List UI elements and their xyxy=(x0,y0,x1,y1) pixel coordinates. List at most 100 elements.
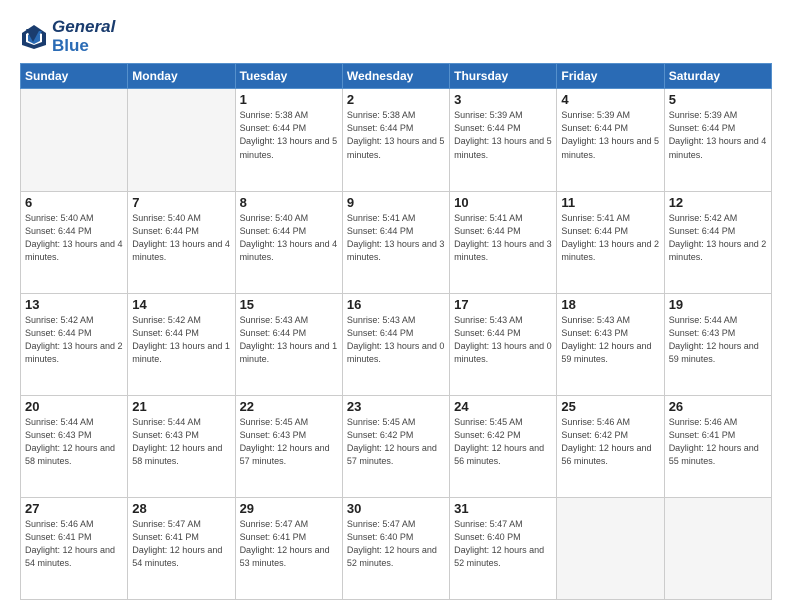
day-info: Sunrise: 5:41 AM Sunset: 6:44 PM Dayligh… xyxy=(347,212,445,264)
day-info: Sunrise: 5:46 AM Sunset: 6:41 PM Dayligh… xyxy=(25,518,123,570)
day-number: 16 xyxy=(347,297,445,312)
calendar-cell: 24 Sunrise: 5:45 AM Sunset: 6:42 PM Dayli… xyxy=(450,395,557,497)
weekday-header: Saturday xyxy=(664,64,771,89)
calendar-cell: 21Sunrise: 5:44 AM Sunset: 6:43 PM Dayli… xyxy=(128,395,235,497)
day-info: Sunrise: 5:47 AM Sunset: 6:40 PM Dayligh… xyxy=(347,518,445,570)
day-info: Sunrise: 5:47 AM Sunset: 6:41 PM Dayligh… xyxy=(240,518,338,570)
calendar-cell xyxy=(557,497,664,599)
day-number: 13 xyxy=(25,297,123,312)
day-info: Sunrise: 5:44 AM Sunset: 6:43 PM Dayligh… xyxy=(669,314,767,366)
day-number: 3 xyxy=(454,92,552,107)
calendar-cell: 27 Sunrise: 5:46 AM Sunset: 6:41 PM Dayli… xyxy=(21,497,128,599)
calendar-cell: 29 Sunrise: 5:47 AM Sunset: 6:41 PM Dayli… xyxy=(235,497,342,599)
day-info: Sunrise: 5:43 AM Sunset: 6:44 PM Dayligh… xyxy=(347,314,445,366)
day-number: 26 xyxy=(669,399,767,414)
day-number: 8 xyxy=(240,195,338,210)
calendar-cell: 25 Sunrise: 5:46 AM Sunset: 6:42 PM Dayli… xyxy=(557,395,664,497)
calendar-week-row: 27 Sunrise: 5:46 AM Sunset: 6:41 PM Dayli… xyxy=(21,497,772,599)
day-info: Sunrise: 5:43 AM Sunset: 6:44 PM Dayligh… xyxy=(240,314,338,366)
day-number: 1 xyxy=(240,92,338,107)
calendar-week-row: 6 Sunrise: 5:40 AM Sunset: 6:44 PM Daylig… xyxy=(21,191,772,293)
day-info: Sunrise: 5:39 AM Sunset: 6:44 PM Dayligh… xyxy=(454,109,552,161)
calendar-cell: 22 Sunrise: 5:45 AM Sunset: 6:43 PM Dayli… xyxy=(235,395,342,497)
day-info: Sunrise: 5:38 AM Sunset: 6:44 PM Dayligh… xyxy=(240,109,338,161)
calendar-cell: 8Sunrise: 5:40 AM Sunset: 6:44 PM Daylig… xyxy=(235,191,342,293)
day-number: 22 xyxy=(240,399,338,414)
day-info: Sunrise: 5:47 AM Sunset: 6:40 PM Dayligh… xyxy=(454,518,552,570)
calendar-cell: 10Sunrise: 5:41 AM Sunset: 6:44 PM Dayli… xyxy=(450,191,557,293)
calendar-cell: 31Sunrise: 5:47 AM Sunset: 6:40 PM Dayli… xyxy=(450,497,557,599)
calendar-cell: 15 Sunrise: 5:43 AM Sunset: 6:44 PM Dayli… xyxy=(235,293,342,395)
day-info: Sunrise: 5:43 AM Sunset: 6:43 PM Dayligh… xyxy=(561,314,659,366)
calendar-cell: 23 Sunrise: 5:45 AM Sunset: 6:42 PM Dayli… xyxy=(342,395,449,497)
day-number: 14 xyxy=(132,297,230,312)
calendar-cell: 14 Sunrise: 5:42 AM Sunset: 6:44 PM Dayli… xyxy=(128,293,235,395)
day-number: 5 xyxy=(669,92,767,107)
day-info: Sunrise: 5:47 AM Sunset: 6:41 PM Dayligh… xyxy=(132,518,230,570)
day-number: 15 xyxy=(240,297,338,312)
day-info: Sunrise: 5:42 AM Sunset: 6:44 PM Dayligh… xyxy=(132,314,230,366)
calendar-week-row: 20 Sunrise: 5:44 AM Sunset: 6:43 PM Dayli… xyxy=(21,395,772,497)
day-number: 29 xyxy=(240,501,338,516)
calendar-cell: 1 Sunrise: 5:38 AM Sunset: 6:44 PM Daylig… xyxy=(235,89,342,191)
day-number: 7 xyxy=(132,195,230,210)
page: General Blue SundayMondayTuesdayWednesda… xyxy=(0,0,792,612)
day-info: Sunrise: 5:42 AM Sunset: 6:44 PM Dayligh… xyxy=(25,314,123,366)
weekday-header: Sunday xyxy=(21,64,128,89)
day-number: 21 xyxy=(132,399,230,414)
calendar-table: SundayMondayTuesdayWednesdayThursdayFrid… xyxy=(20,63,772,600)
day-info: Sunrise: 5:39 AM Sunset: 6:44 PM Dayligh… xyxy=(561,109,659,161)
day-number: 23 xyxy=(347,399,445,414)
calendar-cell xyxy=(664,497,771,599)
day-number: 28 xyxy=(132,501,230,516)
weekday-header: Monday xyxy=(128,64,235,89)
calendar-cell: 30 Sunrise: 5:47 AM Sunset: 6:40 PM Dayli… xyxy=(342,497,449,599)
day-number: 30 xyxy=(347,501,445,516)
day-info: Sunrise: 5:45 AM Sunset: 6:42 PM Dayligh… xyxy=(347,416,445,468)
day-info: Sunrise: 5:45 AM Sunset: 6:43 PM Dayligh… xyxy=(240,416,338,468)
calendar-cell: 2Sunrise: 5:38 AM Sunset: 6:44 PM Daylig… xyxy=(342,89,449,191)
calendar-cell xyxy=(21,89,128,191)
logo-icon xyxy=(20,23,48,51)
calendar-cell: 9 Sunrise: 5:41 AM Sunset: 6:44 PM Daylig… xyxy=(342,191,449,293)
day-info: Sunrise: 5:45 AM Sunset: 6:42 PM Dayligh… xyxy=(454,416,552,468)
day-number: 24 xyxy=(454,399,552,414)
calendar-cell: 16 Sunrise: 5:43 AM Sunset: 6:44 PM Dayli… xyxy=(342,293,449,395)
weekday-header: Wednesday xyxy=(342,64,449,89)
calendar-cell: 11Sunrise: 5:41 AM Sunset: 6:44 PM Dayli… xyxy=(557,191,664,293)
day-number: 25 xyxy=(561,399,659,414)
day-number: 10 xyxy=(454,195,552,210)
day-number: 19 xyxy=(669,297,767,312)
calendar-cell: 6 Sunrise: 5:40 AM Sunset: 6:44 PM Daylig… xyxy=(21,191,128,293)
calendar-cell: 17Sunrise: 5:43 AM Sunset: 6:44 PM Dayli… xyxy=(450,293,557,395)
calendar-cell: 19 Sunrise: 5:44 AM Sunset: 6:43 PM Dayli… xyxy=(664,293,771,395)
day-info: Sunrise: 5:40 AM Sunset: 6:44 PM Dayligh… xyxy=(25,212,123,264)
day-number: 27 xyxy=(25,501,123,516)
calendar-cell: 5 Sunrise: 5:39 AM Sunset: 6:44 PM Daylig… xyxy=(664,89,771,191)
weekday-header: Friday xyxy=(557,64,664,89)
day-number: 6 xyxy=(25,195,123,210)
calendar-cell: 18 Sunrise: 5:43 AM Sunset: 6:43 PM Dayli… xyxy=(557,293,664,395)
day-info: Sunrise: 5:46 AM Sunset: 6:42 PM Dayligh… xyxy=(561,416,659,468)
calendar-cell: 7 Sunrise: 5:40 AM Sunset: 6:44 PM Daylig… xyxy=(128,191,235,293)
calendar-cell: 4Sunrise: 5:39 AM Sunset: 6:44 PM Daylig… xyxy=(557,89,664,191)
calendar-cell: 26Sunrise: 5:46 AM Sunset: 6:41 PM Dayli… xyxy=(664,395,771,497)
day-info: Sunrise: 5:40 AM Sunset: 6:44 PM Dayligh… xyxy=(132,212,230,264)
calendar-cell: 20 Sunrise: 5:44 AM Sunset: 6:43 PM Dayli… xyxy=(21,395,128,497)
calendar-cell: 12Sunrise: 5:42 AM Sunset: 6:44 PM Dayli… xyxy=(664,191,771,293)
day-number: 9 xyxy=(347,195,445,210)
calendar-cell xyxy=(128,89,235,191)
day-number: 11 xyxy=(561,195,659,210)
day-number: 2 xyxy=(347,92,445,107)
weekday-header: Tuesday xyxy=(235,64,342,89)
day-info: Sunrise: 5:42 AM Sunset: 6:44 PM Dayligh… xyxy=(669,212,767,264)
calendar-header-row: SundayMondayTuesdayWednesdayThursdayFrid… xyxy=(21,64,772,89)
weekday-header: Thursday xyxy=(450,64,557,89)
logo-text: General Blue xyxy=(52,18,115,55)
day-number: 20 xyxy=(25,399,123,414)
day-number: 18 xyxy=(561,297,659,312)
day-info: Sunrise: 5:44 AM Sunset: 6:43 PM Dayligh… xyxy=(25,416,123,468)
header: General Blue xyxy=(20,18,772,55)
day-info: Sunrise: 5:39 AM Sunset: 6:44 PM Dayligh… xyxy=(669,109,767,161)
calendar-week-row: 13 Sunrise: 5:42 AM Sunset: 6:44 PM Dayli… xyxy=(21,293,772,395)
